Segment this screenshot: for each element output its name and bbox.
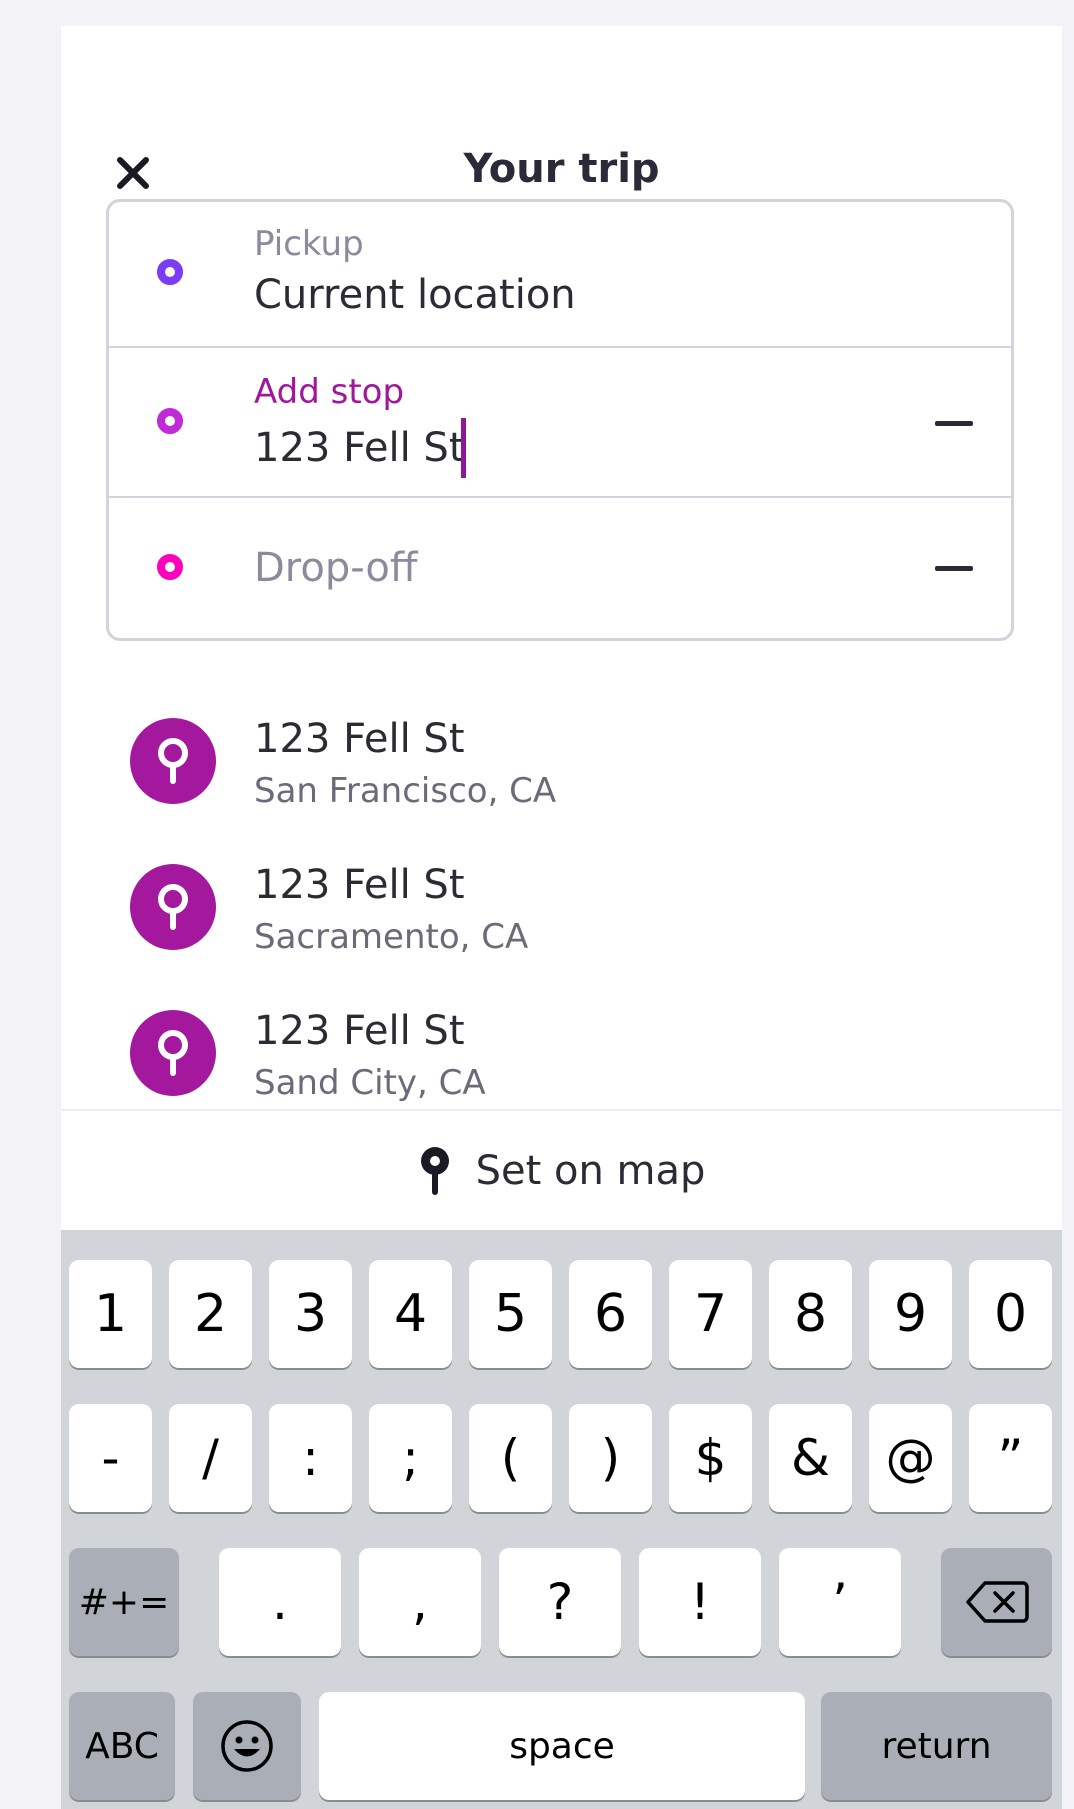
key-6[interactable]: 6 <box>569 1260 652 1368</box>
suggestion-subtitle: San Francisco, CA <box>254 771 557 811</box>
key-close-paren[interactable]: ) <box>569 1404 652 1512</box>
suggestion-title: 123 Fell St <box>254 862 465 908</box>
keyboard: 1 2 3 4 5 6 7 8 9 0 - / : ; ( ) $ & @ ” … <box>61 1230 1062 1809</box>
key-7[interactable]: 7 <box>669 1260 752 1368</box>
key-4[interactable]: 4 <box>369 1260 452 1368</box>
key-period[interactable]: . <box>219 1548 341 1656</box>
stop-dot-icon <box>157 408 183 434</box>
location-pin-icon <box>130 718 216 804</box>
location-pin-icon <box>130 864 216 950</box>
key-hyphen[interactable]: - <box>69 1404 152 1512</box>
key-3[interactable]: 3 <box>269 1260 352 1368</box>
key-at[interactable]: @ <box>869 1404 952 1512</box>
suggestion-title: 123 Fell St <box>254 716 465 762</box>
set-on-map-label: Set on map <box>475 1148 706 1194</box>
key-open-paren[interactable]: ( <box>469 1404 552 1512</box>
key-dollar[interactable]: $ <box>669 1404 752 1512</box>
suggestion-subtitle: Sand City, CA <box>254 1063 486 1103</box>
key-semicolon[interactable]: ; <box>369 1404 452 1512</box>
backspace-icon <box>965 1581 1029 1623</box>
key-2[interactable]: 2 <box>169 1260 252 1368</box>
emoji-key[interactable] <box>193 1692 301 1800</box>
abc-key[interactable]: ABC <box>69 1692 175 1800</box>
backspace-key[interactable] <box>941 1548 1052 1656</box>
minus-icon <box>935 565 973 571</box>
pickup-dot-icon <box>157 259 183 285</box>
pickup-value: Current location <box>254 272 576 318</box>
suggestion-subtitle: Sacramento, CA <box>254 917 529 957</box>
dropoff-field[interactable]: Drop-off <box>109 498 1011 638</box>
return-key[interactable]: return <box>821 1692 1052 1800</box>
trip-screen: Your trip Pickup Current location Add st… <box>61 26 1062 1809</box>
stop-label: Add stop <box>254 372 405 412</box>
minus-icon <box>935 420 973 426</box>
stop-input[interactable]: 123 Fell St <box>254 418 466 478</box>
remove-dropoff-button[interactable] <box>934 548 974 588</box>
remove-stop-button[interactable] <box>934 403 974 443</box>
key-5[interactable]: 5 <box>469 1260 552 1368</box>
key-0[interactable]: 0 <box>969 1260 1052 1368</box>
list-item[interactable]: 123 Fell St Sand City, CA <box>61 988 1062 1108</box>
list-item[interactable]: 123 Fell St San Francisco, CA <box>61 696 1062 816</box>
trip-stops-box: Pickup Current location Add stop 123 Fel… <box>106 199 1014 641</box>
key-8[interactable]: 8 <box>769 1260 852 1368</box>
key-comma[interactable]: , <box>359 1548 481 1656</box>
stop-input-text: 123 Fell St <box>254 425 465 471</box>
emoji-icon <box>221 1720 273 1772</box>
key-quote[interactable]: ” <box>969 1404 1052 1512</box>
space-key[interactable]: space <box>319 1692 805 1800</box>
key-1[interactable]: 1 <box>69 1260 152 1368</box>
key-question[interactable]: ? <box>499 1548 621 1656</box>
pickup-label: Pickup <box>254 224 364 264</box>
key-slash[interactable]: / <box>169 1404 252 1512</box>
pickup-field[interactable]: Pickup Current location <box>109 202 1011 348</box>
set-on-map-button[interactable]: Set on map <box>61 1109 1062 1231</box>
dropoff-placeholder: Drop-off <box>254 545 418 591</box>
key-exclamation[interactable]: ! <box>639 1548 761 1656</box>
list-item[interactable]: 123 Fell St Sacramento, CA <box>61 842 1062 962</box>
stop-field[interactable]: Add stop 123 Fell St <box>109 348 1011 498</box>
key-ampersand[interactable]: & <box>769 1404 852 1512</box>
location-pin-icon <box>130 1010 216 1096</box>
key-colon[interactable]: : <box>269 1404 352 1512</box>
key-9[interactable]: 9 <box>869 1260 952 1368</box>
page-title: Your trip <box>463 146 660 192</box>
dropoff-dot-icon <box>157 554 183 580</box>
suggestion-title: 123 Fell St <box>254 1008 465 1054</box>
text-caret <box>460 418 466 478</box>
map-pin-icon <box>418 1145 452 1197</box>
key-apostrophe[interactable]: ’ <box>779 1548 901 1656</box>
more-symbols-key[interactable]: #+= <box>69 1548 179 1656</box>
